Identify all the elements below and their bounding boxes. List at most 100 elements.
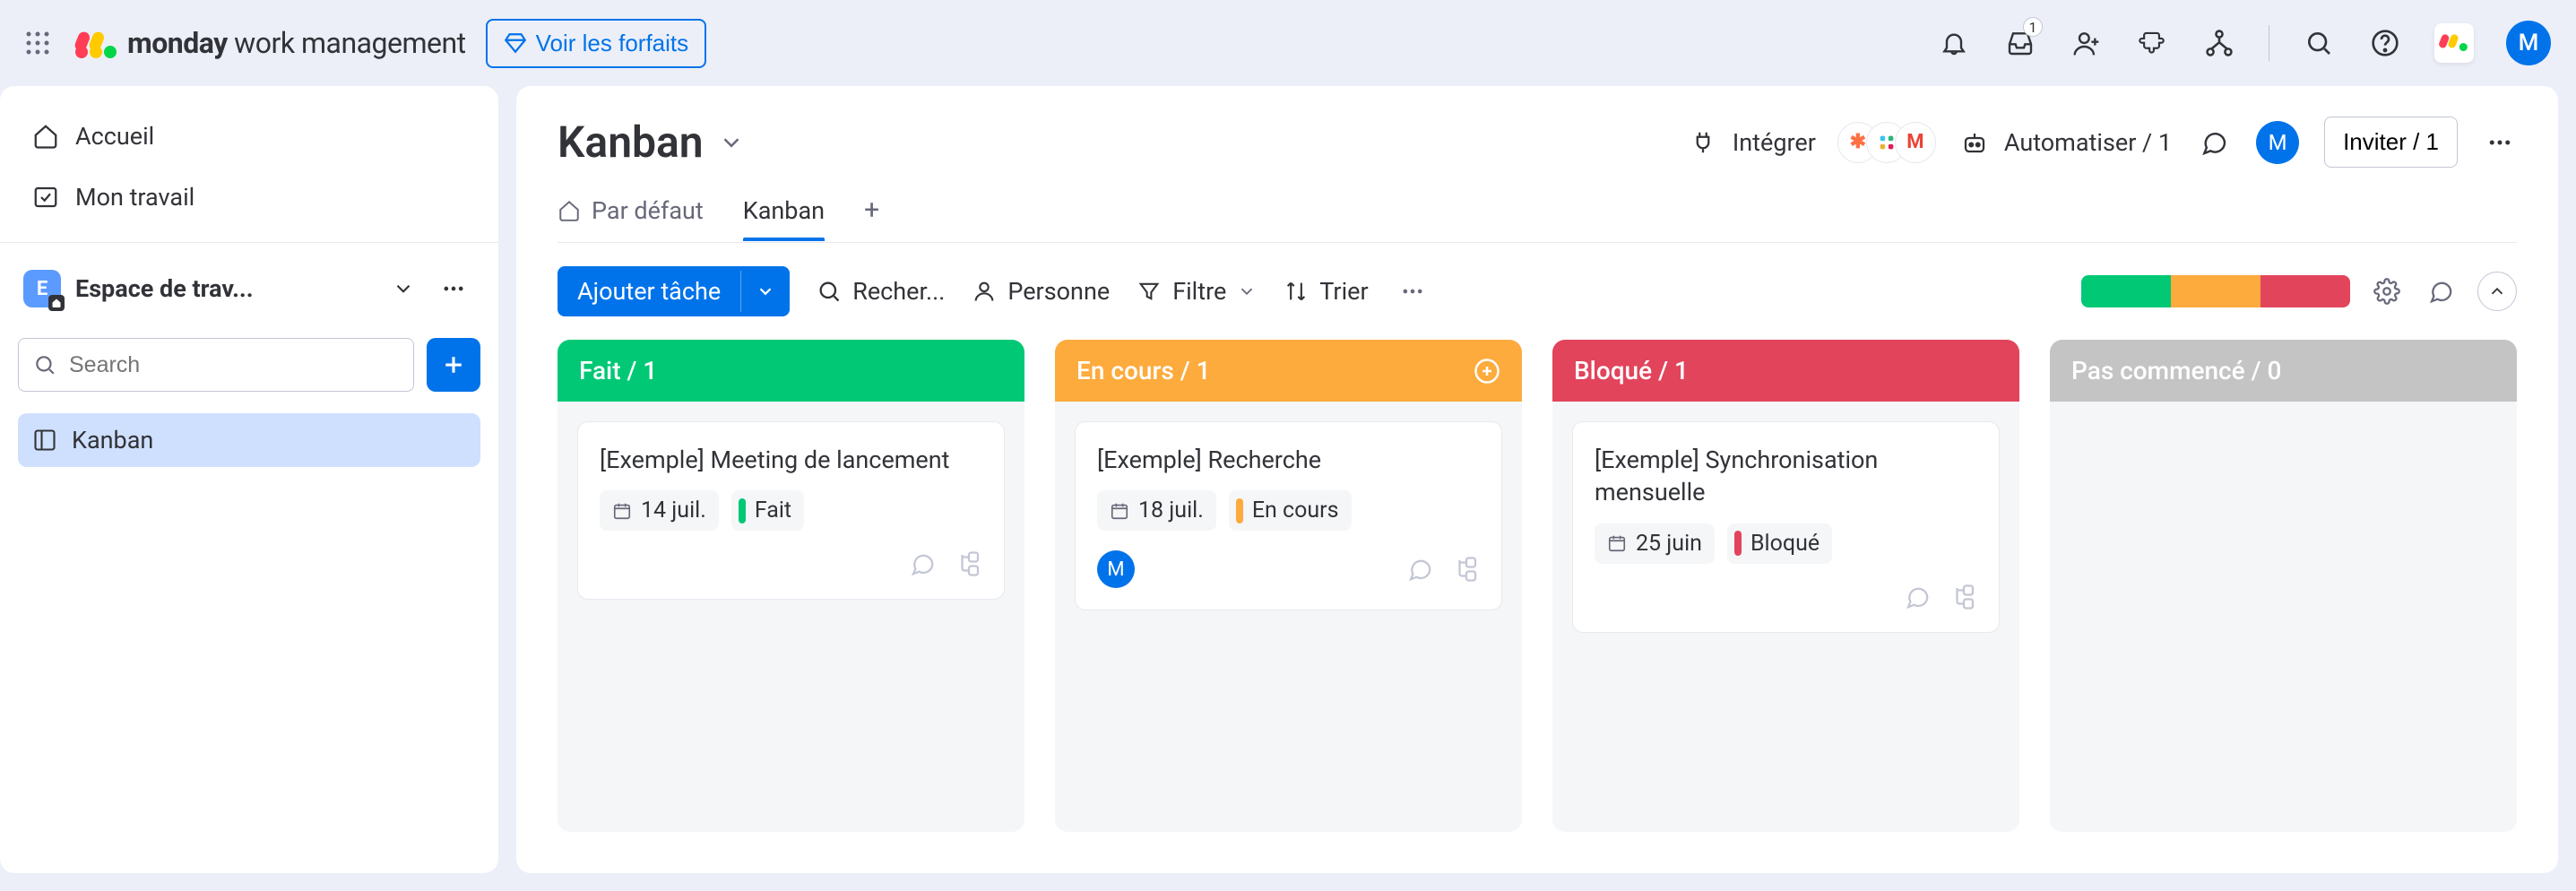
sidebar-mywork-label: Mon travail bbox=[75, 183, 194, 212]
card-subitems-icon[interactable] bbox=[955, 550, 982, 577]
tab-default[interactable]: Par défaut bbox=[558, 196, 704, 241]
status-chip[interactable]: Bloqué bbox=[1727, 523, 1832, 564]
sidebar-item-mywork[interactable]: Mon travail bbox=[18, 170, 480, 224]
org-chart-icon[interactable] bbox=[2202, 26, 2236, 60]
toolbar-sort-button[interactable]: Trier bbox=[1284, 277, 1368, 306]
column-todo: Pas commencé / 0 bbox=[2050, 340, 2517, 832]
column-add-icon[interactable] bbox=[1474, 358, 1500, 385]
global-search-icon[interactable] bbox=[2302, 26, 2336, 60]
settings-icon[interactable] bbox=[2370, 274, 2404, 308]
sidebar-board-label: Kanban bbox=[72, 426, 153, 454]
column-blocked-header[interactable]: Bloqué / 1 bbox=[1552, 340, 2019, 402]
calendar-icon bbox=[1110, 501, 1129, 521]
status-distribution-bar[interactable] bbox=[2081, 275, 2350, 307]
see-plans-label: Voir les forfaits bbox=[536, 30, 689, 57]
workspace-caret-icon[interactable] bbox=[385, 271, 421, 307]
column-todo-header[interactable]: Pas commencé / 0 bbox=[2050, 340, 2517, 402]
toolbar-filter-button[interactable]: Filtre bbox=[1137, 277, 1257, 306]
apps-grid-icon[interactable] bbox=[22, 27, 54, 59]
home-icon bbox=[32, 123, 59, 150]
board-more-icon[interactable] bbox=[2483, 125, 2517, 160]
apps-marketplace-icon[interactable] bbox=[2136, 26, 2170, 60]
add-task-button[interactable]: Ajouter tâche bbox=[558, 266, 790, 316]
tab-add-button[interactable]: + bbox=[864, 195, 879, 242]
search-icon bbox=[33, 353, 56, 376]
integration-chips: ✱ M bbox=[1832, 122, 1936, 163]
sidebar-home-label: Accueil bbox=[75, 122, 154, 151]
toolbar-person-button[interactable]: Personne bbox=[972, 277, 1110, 306]
workspace-more-icon[interactable] bbox=[436, 271, 471, 307]
sidebar-search-input[interactable] bbox=[18, 338, 414, 392]
status-bar-icon bbox=[739, 498, 746, 523]
board-member-avatar[interactable]: M bbox=[2256, 121, 2299, 164]
person-icon bbox=[972, 279, 997, 304]
help-icon[interactable] bbox=[2368, 26, 2402, 60]
card-assignee-avatar[interactable]: M bbox=[1097, 550, 1135, 588]
date-chip[interactable]: 14 juil. bbox=[600, 490, 719, 531]
card-chat-icon[interactable] bbox=[1406, 556, 1433, 583]
inbox-icon[interactable]: 1 bbox=[2003, 26, 2037, 60]
chevron-down-icon bbox=[718, 129, 745, 156]
user-avatar[interactable]: M bbox=[2506, 21, 2551, 65]
card-blocked-1[interactable]: [Exemple] Synchronisation mensuelle 25 j… bbox=[1572, 421, 2000, 633]
product-switcher-icon[interactable] bbox=[2434, 23, 2474, 63]
robot-icon bbox=[1961, 129, 1988, 156]
workspace-selector[interactable]: E Espace de trav... bbox=[18, 264, 480, 313]
card-subitems-icon[interactable] bbox=[1950, 584, 1977, 610]
column-done-header[interactable]: Fait / 1 bbox=[558, 340, 1024, 402]
column-blocked: Bloqué / 1 [Exemple] Synchronisation men… bbox=[1552, 340, 2019, 832]
search-icon bbox=[817, 279, 842, 304]
board-discussion-icon[interactable] bbox=[2197, 125, 2231, 160]
toolbar-search-button[interactable]: Recher... bbox=[817, 277, 945, 306]
title-row: Kanban Intégrer ✱ M bbox=[558, 117, 2517, 168]
brand[interactable]: monday work management bbox=[73, 26, 466, 60]
date-chip[interactable]: 25 juin bbox=[1595, 523, 1715, 564]
column-doing-header[interactable]: En cours / 1 bbox=[1055, 340, 1522, 402]
status-chip[interactable]: Fait bbox=[731, 490, 804, 531]
sort-icon bbox=[1284, 279, 1309, 304]
card-chat-icon[interactable] bbox=[1904, 584, 1931, 610]
topbar: monday work management Voir les forfaits… bbox=[0, 0, 2576, 86]
invite-button[interactable]: Inviter / 1 bbox=[2324, 117, 2458, 168]
plug-icon bbox=[1690, 129, 1716, 156]
toolbar-right bbox=[2081, 272, 2517, 311]
tab-kanban[interactable]: Kanban bbox=[743, 196, 825, 241]
main-header: Kanban Intégrer ✱ M bbox=[516, 86, 2558, 243]
card-doing-1[interactable]: [Exemple] Recherche 18 juil. En cours M bbox=[1075, 421, 1502, 610]
comments-icon[interactable] bbox=[2424, 274, 2458, 308]
card-subitems-icon[interactable] bbox=[1453, 556, 1480, 583]
toolbar-more-icon[interactable] bbox=[1396, 274, 1430, 308]
toolbar: Ajouter tâche Recher... Personne Filtre bbox=[516, 243, 2558, 340]
card-title: [Exemple] Recherche bbox=[1097, 444, 1480, 476]
calendar-icon bbox=[1607, 533, 1627, 553]
calendar-icon bbox=[612, 501, 632, 521]
date-chip[interactable]: 18 juil. bbox=[1097, 490, 1216, 531]
status-chip[interactable]: En cours bbox=[1229, 490, 1352, 531]
sidebar-add-button[interactable] bbox=[427, 338, 480, 392]
main: Kanban Intégrer ✱ M bbox=[516, 86, 2558, 873]
card-title: [Exemple] Meeting de lancement bbox=[600, 444, 982, 476]
sidebar-search-field[interactable] bbox=[69, 352, 399, 378]
board-title[interactable]: Kanban bbox=[558, 117, 745, 168]
column-done: Fait / 1 [Exemple] Meeting de lancement … bbox=[558, 340, 1024, 832]
automate-button[interactable]: Automatiser / 1 bbox=[1961, 128, 2172, 157]
collapse-icon[interactable] bbox=[2477, 272, 2517, 311]
sidebar: Accueil Mon travail E Espace de trav... bbox=[0, 86, 498, 873]
filter-icon bbox=[1137, 279, 1162, 304]
notifications-icon[interactable] bbox=[1937, 26, 1971, 60]
integrate-button[interactable]: Intégrer ✱ M bbox=[1690, 122, 1936, 163]
board-icon bbox=[32, 428, 57, 453]
sidebar-item-home[interactable]: Accueil bbox=[18, 109, 480, 163]
card-chat-icon[interactable] bbox=[909, 550, 936, 577]
invite-members-icon[interactable] bbox=[2070, 26, 2104, 60]
add-task-caret[interactable] bbox=[740, 271, 790, 312]
kanban-board: Fait / 1 [Exemple] Meeting de lancement … bbox=[516, 340, 2558, 873]
card-title: [Exemple] Synchronisation mensuelle bbox=[1595, 444, 1977, 509]
sidebar-board-kanban[interactable]: Kanban bbox=[18, 413, 480, 467]
topbar-right: 1 M bbox=[1937, 21, 2551, 65]
see-plans-button[interactable]: Voir les forfaits bbox=[486, 19, 707, 68]
workspace-name: Espace de trav... bbox=[75, 274, 371, 303]
card-done-1[interactable]: [Exemple] Meeting de lancement 14 juil. … bbox=[577, 421, 1005, 600]
topbar-left: monday work management Voir les forfaits bbox=[22, 19, 706, 68]
brand-text: monday work management bbox=[127, 26, 466, 60]
